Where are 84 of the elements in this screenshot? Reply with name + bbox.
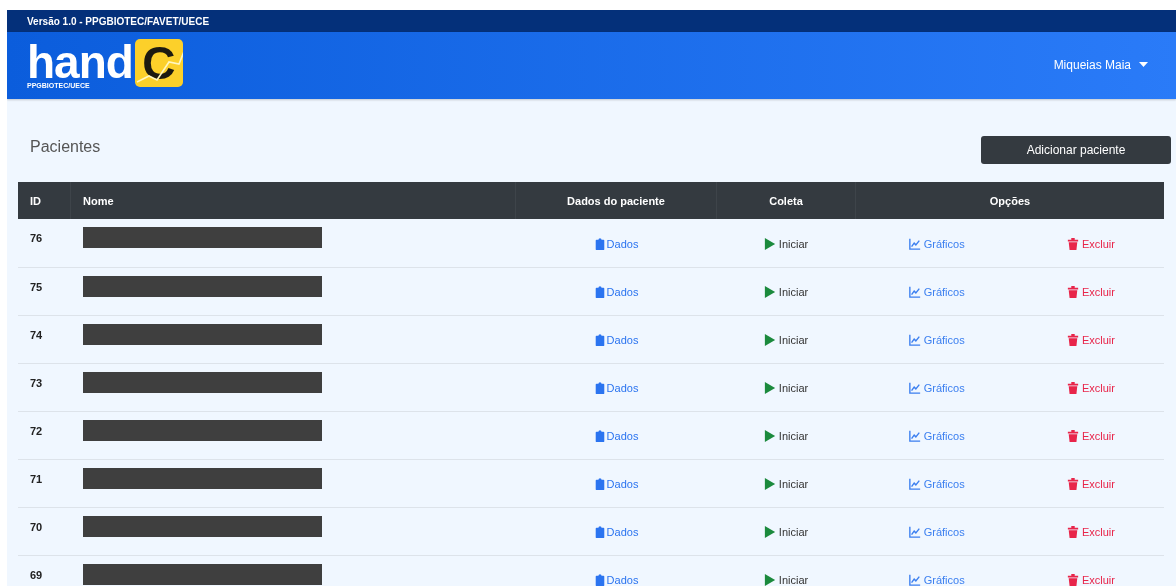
clipboard-icon — [593, 429, 606, 443]
line-chart-icon — [908, 285, 921, 299]
start-link[interactable]: Iniciar — [763, 285, 809, 299]
trash-icon — [1066, 525, 1079, 539]
id-cell: 74 — [18, 315, 71, 363]
play-icon — [763, 573, 776, 586]
charts-link[interactable]: Gráficos — [908, 333, 965, 347]
clipboard-icon — [593, 573, 606, 586]
clipboard-icon — [593, 333, 606, 347]
play-icon — [763, 285, 776, 299]
trash-icon — [1066, 236, 1079, 251]
start-link[interactable]: Iniciar — [763, 381, 809, 395]
start-link[interactable]: Iniciar — [763, 429, 809, 443]
column-header: Nome — [70, 182, 516, 219]
logo-text: hand — [27, 41, 133, 82]
delete-link[interactable]: Excluir — [1066, 333, 1115, 347]
trash-icon — [1066, 429, 1079, 443]
charts-link[interactable]: Gráficos — [908, 429, 965, 443]
caret-icon — [1139, 62, 1148, 67]
trash-icon — [1066, 573, 1079, 586]
delete-link[interactable]: Excluir — [1066, 573, 1115, 586]
id-cell: 75 — [18, 267, 71, 315]
user-menu[interactable]: Miqueias Maia — [1045, 57, 1156, 72]
charts-link[interactable]: Gráficos — [908, 285, 965, 299]
start-link[interactable]: Iniciar — [763, 525, 809, 539]
start-link[interactable]: Iniciar — [763, 333, 809, 347]
line-chart-icon — [908, 429, 921, 443]
data-link[interactable]: Dados — [593, 573, 639, 586]
data-link[interactable]: Dados — [593, 477, 639, 491]
clipboard-icon — [593, 236, 606, 251]
play-icon — [763, 477, 776, 491]
version-text: Versão 1.0 - PPGBIOTEC/FAVET/UECE — [27, 15, 210, 27]
clipboard-icon — [593, 285, 606, 299]
delete-link[interactable]: Excluir — [1066, 285, 1115, 299]
play-icon — [763, 525, 776, 539]
line-chart-icon — [908, 573, 921, 586]
clipboard-icon — [593, 525, 606, 539]
delete-link[interactable]: Excluir — [1066, 381, 1115, 395]
logo-tile: C — [134, 38, 183, 87]
id-cell: 70 — [18, 507, 71, 555]
id-cell: 73 — [18, 363, 71, 411]
column-header: ID — [18, 182, 71, 219]
data-link[interactable]: Dados — [593, 381, 639, 395]
trash-icon — [1066, 333, 1079, 347]
page-title: Pacientes — [30, 137, 101, 156]
clipboard-icon — [593, 477, 606, 491]
play-icon — [763, 333, 776, 347]
column-header: Dados do paciente — [515, 182, 717, 219]
line-chart-icon — [908, 333, 921, 347]
play-icon — [763, 429, 776, 443]
charts-link[interactable]: Gráficos — [908, 525, 965, 539]
id-cell: 71 — [18, 459, 71, 507]
column-header: Coleta — [716, 182, 856, 219]
id-cell: 72 — [18, 411, 71, 459]
data-link[interactable]: Dados — [593, 333, 639, 347]
delete-link[interactable]: Excluir — [1066, 525, 1115, 539]
clipboard-icon — [593, 381, 606, 395]
line-chart-icon — [908, 477, 921, 491]
trash-icon — [1066, 477, 1079, 491]
data-link[interactable]: Dados — [593, 285, 639, 299]
id-cell: 69 — [18, 555, 71, 586]
line-chart-icon — [908, 381, 921, 395]
play-icon — [763, 236, 776, 251]
add-patient-button[interactable]: Adicionar paciente — [981, 136, 1171, 164]
id-cell: 76 — [18, 219, 71, 267]
charts-link[interactable]: Gráficos — [908, 236, 965, 251]
charts-link[interactable]: Gráficos — [908, 381, 965, 395]
column-header: Opções — [855, 182, 1164, 219]
start-link[interactable]: Iniciar — [763, 477, 809, 491]
delete-link[interactable]: Excluir — [1066, 429, 1115, 443]
delete-link[interactable]: Excluir — [1066, 236, 1115, 251]
charts-link[interactable]: Gráficos — [908, 573, 965, 586]
data-link[interactable]: Dados — [593, 236, 639, 251]
line-chart-icon — [908, 236, 921, 251]
delete-link[interactable]: Excluir — [1066, 477, 1115, 491]
line-chart-icon — [908, 525, 921, 539]
play-icon — [763, 381, 776, 395]
trash-icon — [1066, 285, 1079, 299]
data-link[interactable]: Dados — [593, 429, 639, 443]
start-link[interactable]: Iniciar — [763, 573, 809, 586]
data-link[interactable]: Dados — [593, 525, 639, 539]
charts-link[interactable]: Gráficos — [908, 477, 965, 491]
trash-icon — [1066, 381, 1079, 395]
start-link[interactable]: Iniciar — [763, 236, 809, 251]
